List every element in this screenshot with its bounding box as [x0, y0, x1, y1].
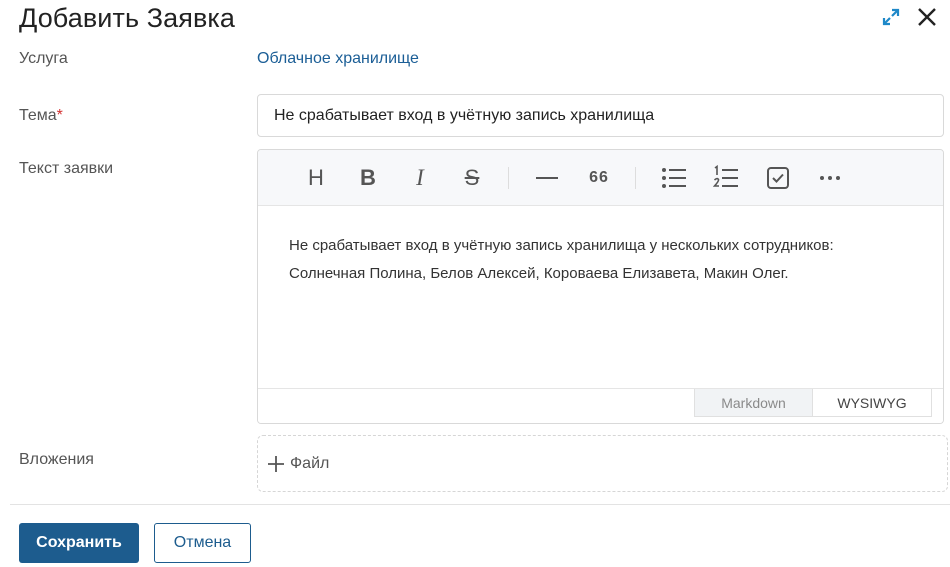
bold-icon: B	[360, 164, 376, 190]
rich-text-editor: H B I S 66 Не срабатывает вход в учётную…	[257, 149, 944, 424]
tab-wysiwyg[interactable]: WYSIWYG	[813, 389, 932, 417]
subject-label: Тема*	[19, 107, 63, 125]
italic-icon: I	[416, 164, 424, 190]
heading-icon: H	[308, 164, 324, 190]
expand-button[interactable]	[880, 6, 902, 28]
numbered-list-button[interactable]	[712, 164, 740, 192]
add-file-button[interactable]: Файл	[266, 454, 329, 474]
horizontal-rule-icon	[536, 176, 558, 179]
editor-content[interactable]: Не срабатывает вход в учётную запись хра…	[258, 206, 943, 389]
service-label: Услуга	[19, 50, 68, 67]
request-text-label: Текст заявки	[19, 160, 114, 177]
toolbar-divider	[508, 166, 509, 189]
add-file-label: Файл	[290, 454, 330, 472]
expand-icon	[882, 8, 900, 26]
attachments-dropzone[interactable]: Файл	[257, 435, 948, 492]
quote-button[interactable]: 66	[585, 164, 613, 192]
required-mark: *	[56, 107, 63, 124]
strikethrough-icon: S	[464, 164, 480, 190]
attachments-label: Вложения	[19, 451, 94, 468]
editor-mode-tabs: Markdown WYSIWYG	[694, 389, 932, 417]
dialog-title: Добавить Заявка	[19, 3, 236, 33]
dialog-header-actions	[880, 6, 938, 28]
cancel-button[interactable]: Отмена	[154, 523, 251, 563]
plus-icon	[268, 455, 284, 472]
strikethrough-button[interactable]: S	[458, 164, 486, 192]
subject-label-text: Тема	[19, 107, 57, 124]
editor-footer: Markdown WYSIWYG	[258, 388, 943, 423]
numbered-list-icon	[713, 164, 738, 187]
bold-button[interactable]: B	[354, 164, 382, 192]
editor-toolbar: H B I S 66	[258, 150, 943, 206]
save-button[interactable]: Сохранить	[19, 523, 139, 563]
horizontal-rule-button[interactable]	[533, 164, 561, 192]
heading-button[interactable]: H	[302, 164, 330, 192]
close-icon	[918, 8, 936, 26]
toolbar-divider	[635, 166, 636, 189]
more-icon	[820, 175, 840, 180]
task-list-button[interactable]	[764, 164, 792, 192]
subject-input[interactable]	[257, 94, 944, 137]
checkbox-icon	[767, 166, 789, 189]
service-link[interactable]: Облачное хранилище	[257, 50, 419, 68]
bullet-list-button[interactable]	[660, 164, 688, 192]
quote-icon: 66	[589, 168, 609, 186]
bullet-list-icon	[662, 167, 686, 188]
close-button[interactable]	[916, 6, 938, 28]
italic-button[interactable]: I	[406, 164, 434, 192]
tab-markdown[interactable]: Markdown	[694, 389, 813, 417]
add-request-dialog: Добавить Заявка Услуга Облачное хранилищ…	[0, 0, 950, 567]
footer-divider	[10, 504, 950, 505]
more-button[interactable]	[816, 164, 844, 192]
